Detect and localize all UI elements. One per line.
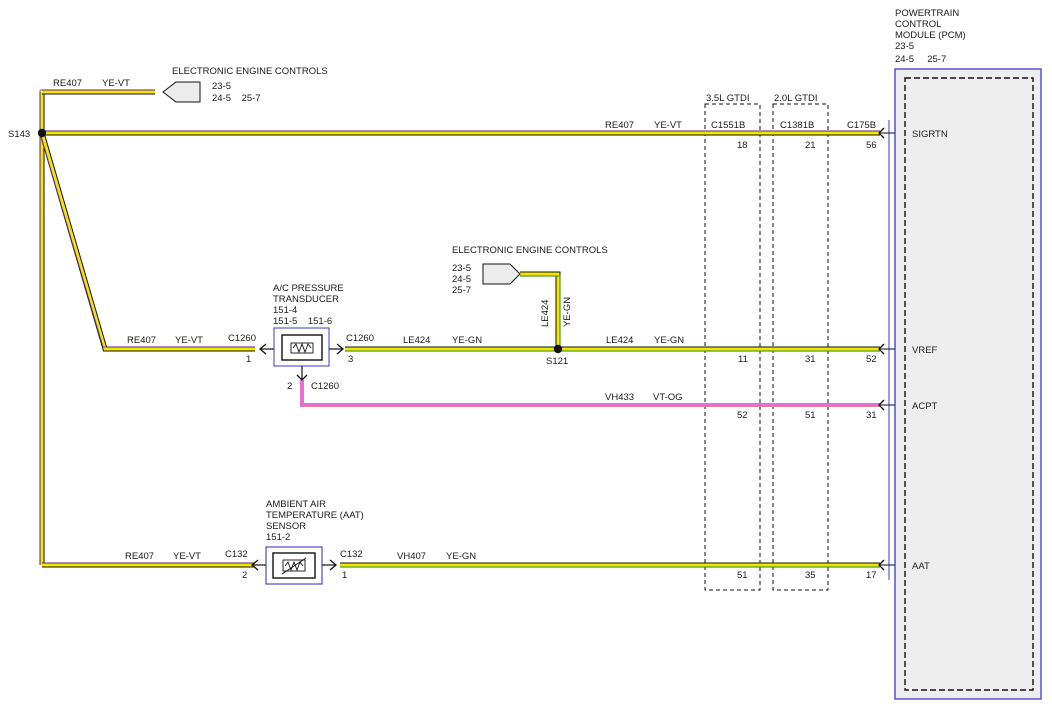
pcm-pin-connector-aat — [878, 559, 895, 571]
diagram-label: POWERTRAIN — [895, 8, 959, 19]
diagram-label: A/C PRESSURE — [273, 283, 344, 294]
variant-label: 2.0L GTDI — [774, 93, 817, 104]
variant-pin: 31 — [805, 354, 816, 365]
wire-re407-sigrtn — [42, 130, 880, 136]
pcm-title: POWERTRAIN CONTROL MODULE (PCM) 23-5 24-… — [895, 8, 966, 65]
eec-mid-ref: 24-5 — [452, 274, 471, 285]
variant-label: 3.5L GTDI — [706, 93, 749, 104]
eec-top-ref: 24-5 25-7 — [212, 93, 261, 104]
wire-re407-ac — [39, 132, 255, 352]
eec-top-ref: 23-5 — [212, 81, 231, 92]
variant-pin: 51 — [737, 570, 748, 581]
variant-pin: 35 — [805, 570, 816, 581]
splice-s121-dot — [553, 344, 563, 354]
pcm-pin-name: VREF — [912, 345, 938, 356]
splice-s143-dot — [37, 128, 47, 138]
wire-circuit: LE424 — [606, 335, 633, 346]
eec-connector-mid: ELECTRONIC ENGINE CONTROLS 23-5 24-5 25-… — [452, 245, 608, 296]
splice-s121-label: S121 — [546, 356, 568, 367]
pcm-pin-connector-vref — [878, 343, 895, 355]
ac-conn-bottom: C1260 — [311, 381, 339, 392]
diagram-label: MODULE (PCM) — [895, 30, 966, 41]
wire-vh407 — [340, 562, 880, 568]
diagram-label: 151-4 — [273, 305, 297, 316]
aat-pin-left: 2 — [242, 570, 247, 581]
diagram-label: 151-2 — [266, 532, 290, 543]
wiring-diagram: POWERTRAIN CONTROL MODULE (PCM) 23-5 24-… — [8, 8, 1042, 700]
aat-sensor-title: AMBIENT AIR TEMPERATURE (AAT) SENSOR 151… — [266, 499, 364, 543]
wire-circuit: LE424 — [540, 300, 551, 327]
pcm-pin-name: SIGRTN — [912, 129, 948, 140]
eec-mid-title: ELECTRONIC ENGINE CONTROLS — [452, 245, 608, 256]
diagram-label: AMBIENT AIR — [266, 499, 326, 510]
eec-connector-top: ELECTRONIC ENGINE CONTROLS 23-5 24-5 25-… — [162, 66, 328, 104]
aat-conn-left: C132 — [225, 549, 248, 560]
wire-le424 — [345, 346, 880, 352]
ac-pin-bottom: 2 — [287, 381, 292, 392]
ac-pin-right: 3 — [348, 354, 353, 365]
ac-pin-left: 1 — [246, 354, 251, 365]
wire-color: VT-OG — [653, 392, 683, 403]
eec-top-title: ELECTRONIC ENGINE CONTROLS — [172, 66, 328, 77]
variant-connector: C1381B — [780, 120, 814, 131]
pcm-connector-label: C175B — [847, 120, 876, 131]
pcm-pin-name: ACPT — [912, 401, 938, 412]
pcm-pin-number: 52 — [866, 354, 877, 365]
wire-color: YE-VT — [654, 120, 682, 131]
wire-circuit: LE424 — [403, 335, 430, 346]
variant-pin: 52 — [737, 410, 748, 421]
wire-vh433 — [300, 380, 880, 407]
ac-sensor-title: A/C PRESSURE TRANSDUCER 151-4 151-5 151-… — [273, 283, 344, 327]
splice-s143-label: S143 — [8, 129, 30, 140]
diagram-label: TEMPERATURE (AAT) — [266, 510, 364, 521]
diagram-label: TRANSDUCER — [273, 294, 339, 305]
pcm-module — [888, 68, 1042, 700]
wire-circuit: RE407 — [53, 78, 82, 89]
variant-pin: 21 — [805, 140, 816, 151]
ac-conn-left: C1260 — [228, 333, 256, 344]
diagram-label: CONTROL — [895, 19, 941, 30]
diagram-label: 151-5 151-6 — [273, 316, 332, 327]
eec-mid-ref: 25-7 — [452, 285, 471, 296]
pcm-pin-number: 31 — [866, 410, 877, 421]
diagram-label: SENSOR — [266, 521, 306, 532]
variant-pin: 11 — [738, 354, 748, 365]
diagram-label: 24-5 25-7 — [895, 54, 946, 65]
wire-circuit: RE407 — [125, 551, 154, 562]
wire-color: YE-GN — [562, 297, 573, 327]
aat-conn-right: C132 — [340, 549, 363, 560]
pcm-pin-number: 17 — [866, 570, 877, 581]
wire-circuit: RE407 — [605, 120, 634, 131]
pcm-pin-connector-sigrtn — [878, 127, 895, 139]
diagram-label: 23-5 — [895, 41, 914, 52]
wire-circuit: VH407 — [397, 551, 426, 562]
variant-pin: 51 — [805, 410, 816, 421]
ac-pressure-transducer — [258, 327, 345, 381]
variant-pin: 18 — [737, 140, 748, 151]
variant-box-20l: 2.0L GTDI C1381B — [772, 93, 829, 591]
pcm-pin-name: AAT — [912, 561, 930, 572]
wire-color: YE-VT — [175, 335, 203, 346]
aat-pin-right: 1 — [342, 570, 347, 581]
wire-re407-aat — [42, 562, 255, 568]
pcm-pin-connector-acpt — [878, 399, 895, 411]
aat-sensor — [250, 546, 338, 585]
variant-box-35l: 3.5L GTDI C1551B — [704, 93, 761, 591]
pcm-pin-number: 56 — [866, 140, 877, 151]
ac-conn-right: C1260 — [346, 333, 374, 344]
variant-connector: C1551B — [711, 120, 745, 131]
wire-circuit: VH433 — [605, 392, 634, 403]
wire-color: YE-GN — [452, 335, 482, 346]
eec-mid-ref: 23-5 — [452, 263, 471, 274]
wire-color: YE-GN — [446, 551, 476, 562]
wire-color: YE-VT — [102, 78, 130, 89]
wire-color: YE-GN — [654, 335, 684, 346]
wire-circuit: RE407 — [127, 335, 156, 346]
wire-color: YE-VT — [173, 551, 201, 562]
